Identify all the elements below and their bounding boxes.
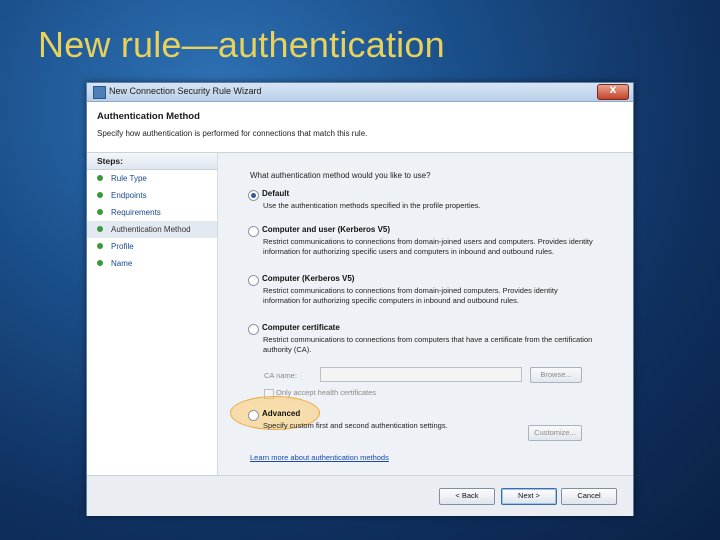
step-bullet-icon xyxy=(97,226,103,232)
option-description: Restrict communications to connections f… xyxy=(263,237,593,256)
step-label: Rule Type xyxy=(111,174,147,183)
option-description: Use the authentication methods specified… xyxy=(263,201,481,210)
step-label: Name xyxy=(111,259,133,268)
option-label: Advanced xyxy=(262,409,301,418)
step-requirements[interactable]: Requirements xyxy=(87,204,217,221)
step-bullet-icon xyxy=(97,175,103,181)
page-title: Authentication Method xyxy=(97,111,200,122)
option-label: Computer (Kerberos V5) xyxy=(262,274,355,283)
ca-name-label: CA name: xyxy=(264,371,297,380)
step-bullet-icon xyxy=(97,243,103,249)
radio-computer-and-user[interactable] xyxy=(248,226,259,237)
option-description: Restrict communications to connections f… xyxy=(263,286,558,305)
step-label: Requirements xyxy=(111,208,161,217)
wizard-footer: < Back Next > Cancel xyxy=(87,475,633,516)
page-description: Specify how authentication is performed … xyxy=(97,129,368,138)
step-label: Profile xyxy=(111,242,134,251)
step-label: Authentication Method xyxy=(111,225,191,234)
step-bullet-icon xyxy=(97,192,103,198)
step-name[interactable]: Name xyxy=(87,255,217,272)
wizard-window: New Connection Security Rule Wizard X Au… xyxy=(86,82,634,516)
option-label: Computer certificate xyxy=(262,323,340,332)
slide-title: New rule—authentication xyxy=(38,24,445,65)
content-pane: What authentication method would you lik… xyxy=(218,153,633,475)
browse-button[interactable]: Browse... xyxy=(530,367,582,383)
back-button[interactable]: < Back xyxy=(439,488,495,505)
health-certificates-label: Only accept health certificates xyxy=(276,388,377,397)
next-button[interactable]: Next > xyxy=(501,488,557,505)
step-rule-type[interactable]: Rule Type xyxy=(87,170,217,187)
step-label: Endpoints xyxy=(111,191,147,200)
radio-computer-certificate[interactable] xyxy=(248,324,259,335)
radio-computer-kerberos[interactable] xyxy=(248,275,259,286)
option-description: Specify custom first and second authenti… xyxy=(263,421,448,430)
option-description: Restrict communications to connections f… xyxy=(263,335,593,354)
ca-name-input[interactable] xyxy=(320,367,522,382)
step-profile[interactable]: Profile xyxy=(87,238,217,255)
window-title: New Connection Security Rule Wizard xyxy=(109,86,262,96)
radio-advanced[interactable] xyxy=(248,410,259,421)
steps-panel: Steps: Rule Type Endpoints Requirements … xyxy=(87,153,218,475)
step-bullet-icon xyxy=(97,209,103,215)
title-bar[interactable]: New Connection Security Rule Wizard X xyxy=(87,83,633,102)
learn-more-link[interactable]: Learn more about authentication methods xyxy=(250,453,389,462)
step-endpoints[interactable]: Endpoints xyxy=(87,187,217,204)
cancel-button[interactable]: Cancel xyxy=(561,488,617,505)
window-icon xyxy=(93,86,106,99)
method-question: What authentication method would you lik… xyxy=(250,171,431,180)
radio-default[interactable] xyxy=(248,190,259,201)
wizard-header: Authentication Method Specify how authen… xyxy=(87,102,633,153)
customize-button[interactable]: Customize... xyxy=(528,425,582,441)
option-label: Default xyxy=(262,189,290,198)
step-authentication-method[interactable]: Authentication Method xyxy=(87,221,217,238)
option-label: Computer and user (Kerberos V5) xyxy=(262,225,391,234)
steps-heading: Steps: xyxy=(87,153,217,170)
step-bullet-icon xyxy=(97,260,103,266)
close-button[interactable]: X xyxy=(597,84,629,100)
